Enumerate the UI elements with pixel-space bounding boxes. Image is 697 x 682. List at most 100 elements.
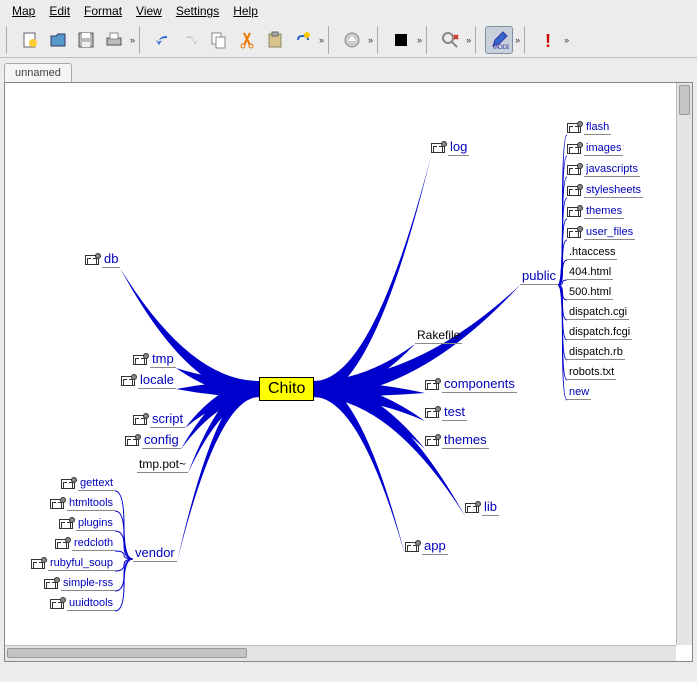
menu-map[interactable]: Map [6, 2, 41, 20]
scroll-thumb[interactable] [7, 648, 247, 658]
folder-icon [567, 164, 581, 176]
public-child-dispatch-rb[interactable]: dispatch.rb [567, 346, 625, 360]
folder-icon [133, 414, 147, 426]
public-child-new[interactable]: new [567, 386, 591, 400]
vendor-child-simple-rss[interactable]: simple-rss [44, 577, 115, 591]
zoom-button[interactable] [436, 26, 464, 54]
branch-test[interactable]: test [425, 404, 467, 421]
branch-locale[interactable]: locale [121, 372, 176, 389]
node-label: user_files [584, 226, 635, 240]
node-label: uuidtools [67, 597, 115, 611]
important-button[interactable]: ! [534, 26, 562, 54]
redo-button[interactable] [177, 26, 205, 54]
public-child-flash[interactable]: flash [567, 121, 611, 135]
folder-icon [567, 143, 581, 155]
vendor-child-uuidtools[interactable]: uuidtools [50, 597, 115, 611]
vendor-child-redcloth[interactable]: redcloth [55, 537, 115, 551]
edit-mode-button[interactable]: MODE [485, 26, 513, 54]
folder-icon [567, 185, 581, 197]
vendor-child-plugins[interactable]: plugins [59, 517, 115, 531]
node-label: themes [442, 432, 489, 449]
folder-icon [567, 227, 581, 239]
public-child-robots-txt[interactable]: robots.txt [567, 366, 616, 380]
toolbar-overflow-6[interactable]: » [513, 35, 522, 45]
branch-public[interactable]: public [520, 268, 558, 285]
node-label: dispatch.fcgi [567, 326, 632, 340]
node-label: 500.html [567, 286, 613, 300]
branch-lib[interactable]: lib [465, 499, 499, 516]
vendor-child-rubyful_soup[interactable]: rubyful_soup [31, 557, 115, 571]
root-node[interactable]: Chito [259, 377, 314, 401]
print-button[interactable] [100, 26, 128, 54]
separator [426, 26, 434, 54]
public-child-dispatch-cgi[interactable]: dispatch.cgi [567, 306, 629, 320]
toolbar-overflow-5[interactable]: » [464, 35, 473, 45]
new-map-button[interactable] [16, 26, 44, 54]
copy-button[interactable] [205, 26, 233, 54]
horizontal-scrollbar[interactable] [5, 645, 676, 661]
toolbar-overflow-3[interactable]: » [366, 35, 375, 45]
open-button[interactable] [44, 26, 72, 54]
color-button[interactable] [387, 26, 415, 54]
vendor-child-gettext[interactable]: gettext [61, 477, 115, 491]
node-label: rubyful_soup [48, 557, 115, 571]
node-label: simple-rss [61, 577, 115, 591]
branch-tmppot[interactable]: tmp.pot~ [137, 457, 188, 473]
toolbar-overflow-7[interactable]: » [562, 35, 571, 45]
node-label: stylesheets [584, 184, 643, 198]
node-label: gettext [78, 477, 115, 491]
node-label: db [102, 251, 120, 268]
public-child-images[interactable]: images [567, 142, 623, 156]
branch-vendor[interactable]: vendor [133, 545, 177, 562]
branch-script[interactable]: script [133, 411, 185, 428]
scroll-thumb[interactable] [679, 85, 690, 115]
menu-help[interactable]: Help [227, 2, 264, 20]
branch-tmp[interactable]: tmp [133, 351, 176, 368]
public-child-javascripts[interactable]: javascripts [567, 163, 640, 177]
mindmap-canvas[interactable]: Chito db tmp locale script config tmp.pot~ vend… [5, 83, 676, 645]
public-child--htaccess[interactable]: .htaccess [567, 246, 617, 260]
branch-config[interactable]: config [125, 432, 181, 449]
node-label: lib [482, 499, 499, 516]
toolbar-overflow-1[interactable]: » [128, 35, 137, 45]
node-label: locale [138, 372, 176, 389]
menubar: Map Edit Format View Settings Help [0, 0, 697, 22]
separator [6, 26, 14, 54]
paste-button[interactable] [261, 26, 289, 54]
separator [475, 26, 483, 54]
folder-icon [465, 502, 479, 514]
tab-unnamed[interactable]: unnamed [4, 63, 72, 82]
folder-icon [121, 375, 135, 387]
branch-db[interactable]: db [85, 251, 120, 268]
vendor-child-htmltools[interactable]: htmltools [50, 497, 115, 511]
up-button[interactable] [338, 26, 366, 54]
undo-button[interactable] [149, 26, 177, 54]
branch-log[interactable]: log [431, 139, 469, 156]
branch-themes[interactable]: themes [425, 432, 489, 449]
save-button[interactable] [72, 26, 100, 54]
menu-view[interactable]: View [130, 2, 168, 20]
separator [524, 26, 532, 54]
cut-button[interactable] [233, 26, 261, 54]
toolbar-overflow-4[interactable]: » [415, 35, 424, 45]
menu-edit[interactable]: Edit [43, 2, 76, 20]
branch-components[interactable]: components [425, 376, 517, 393]
separator [377, 26, 385, 54]
public-child-stylesheets[interactable]: stylesheets [567, 184, 643, 198]
branch-app[interactable]: app [405, 538, 448, 555]
toolbar-overflow-2[interactable]: » [317, 35, 326, 45]
public-child-themes[interactable]: themes [567, 205, 624, 219]
public-child-dispatch-fcgi[interactable]: dispatch.fcgi [567, 326, 632, 340]
menu-format[interactable]: Format [78, 2, 128, 20]
menu-settings[interactable]: Settings [170, 2, 225, 20]
public-child-user_files[interactable]: user_files [567, 226, 635, 240]
link-button[interactable] [289, 26, 317, 54]
folder-icon [431, 142, 445, 154]
public-child-500-html[interactable]: 500.html [567, 286, 613, 300]
node-label: tmp [150, 351, 176, 368]
public-child-404-html[interactable]: 404.html [567, 266, 613, 280]
folder-icon [125, 435, 139, 447]
branch-rakefile[interactable]: Rakefile [415, 328, 462, 344]
node-label: plugins [76, 517, 115, 531]
vertical-scrollbar[interactable] [676, 83, 692, 645]
